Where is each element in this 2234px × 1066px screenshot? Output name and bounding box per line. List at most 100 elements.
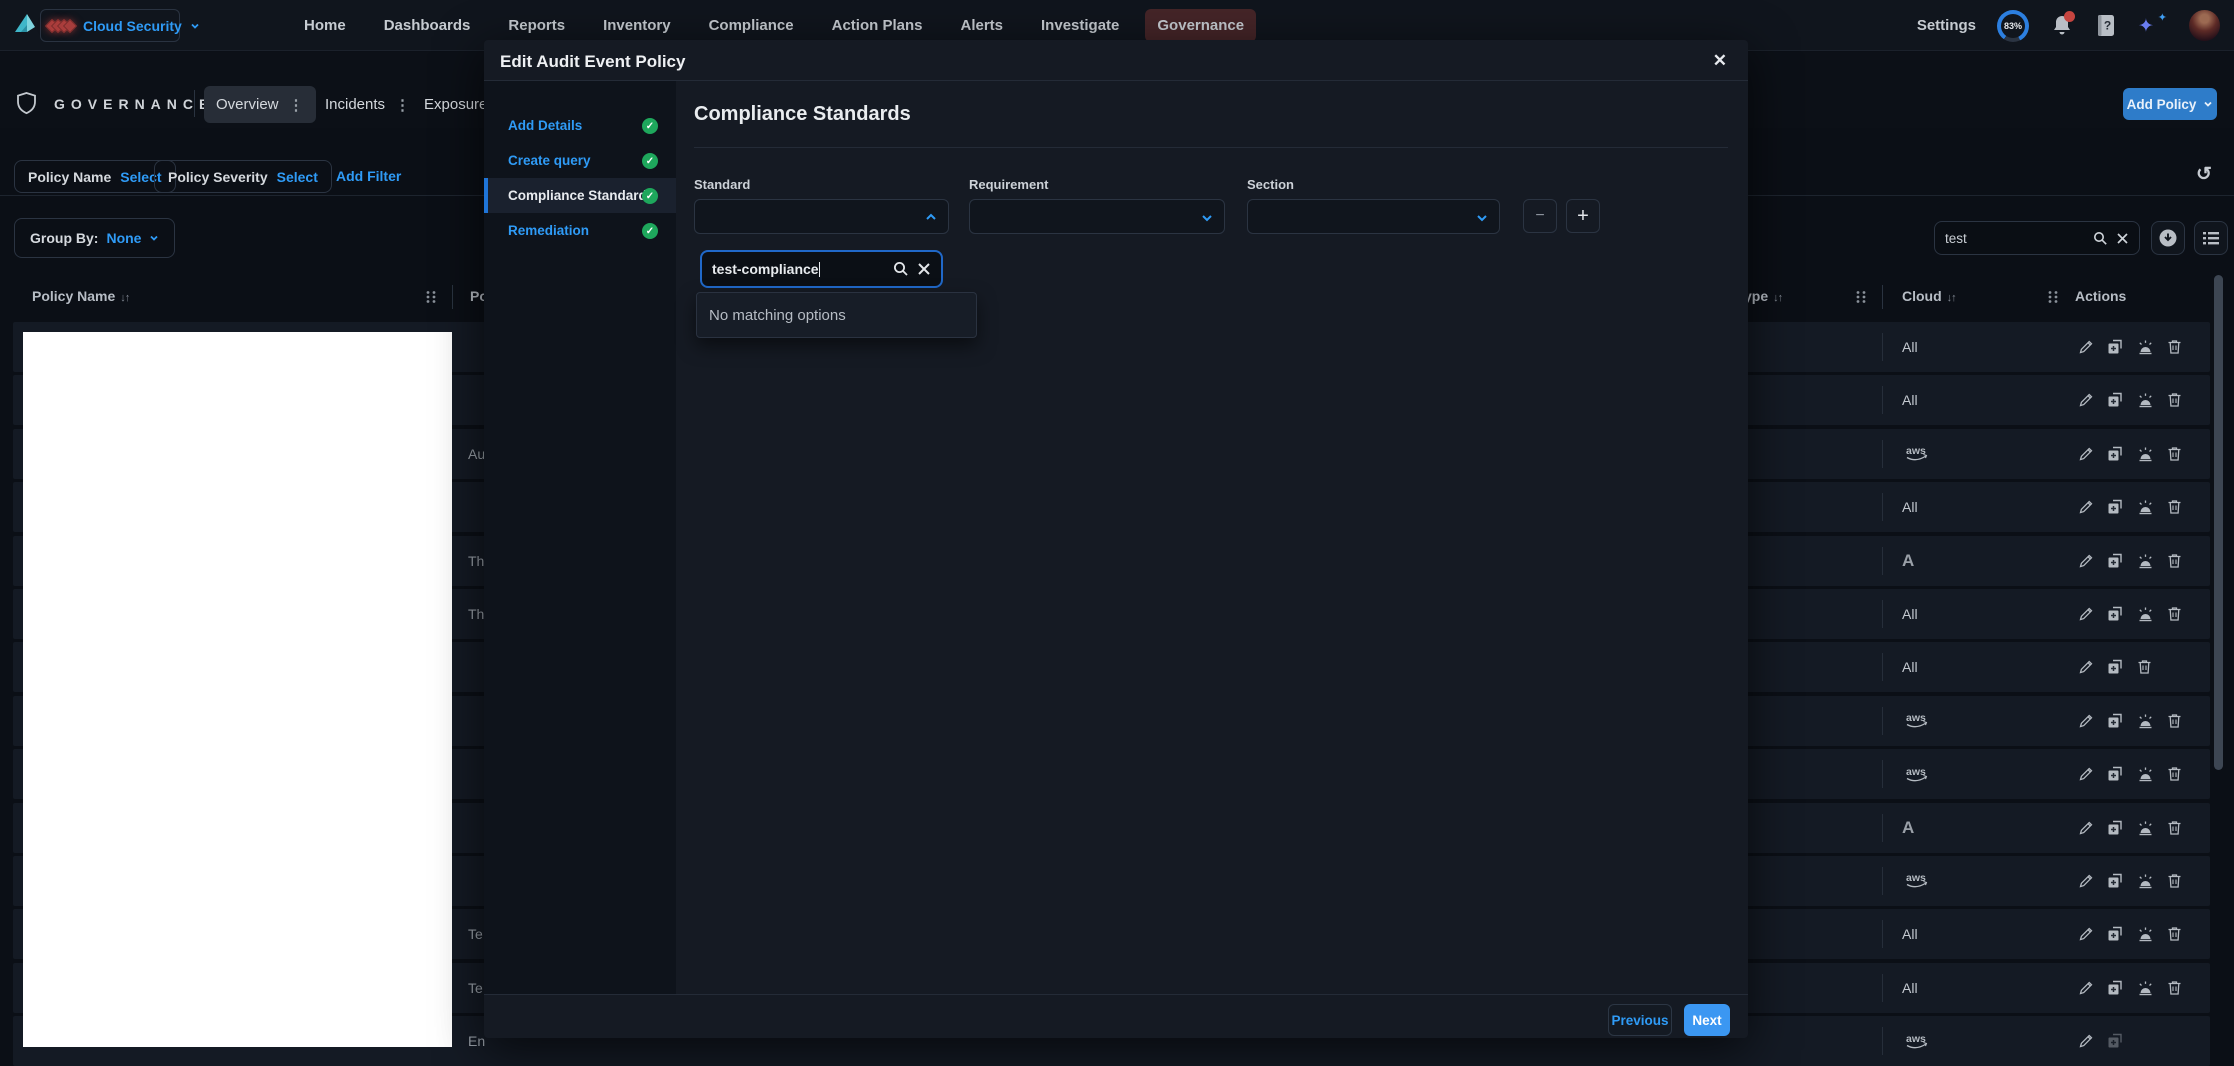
delete-icon[interactable] (2166, 925, 2183, 943)
clone-add-icon[interactable] (2106, 872, 2125, 890)
standard-select[interactable] (694, 199, 949, 234)
clone-add-icon[interactable] (2106, 552, 2125, 570)
brand-logo-icon[interactable] (12, 10, 38, 40)
add-filter-link[interactable]: Add Filter (336, 168, 401, 184)
clone-add-icon[interactable] (2106, 445, 2125, 463)
clone-add-icon[interactable] (2106, 765, 2125, 783)
alarm-icon[interactable] (2136, 925, 2155, 943)
close-icon[interactable] (1713, 51, 1727, 71)
tab-incidents[interactable]: Incidents (313, 86, 422, 123)
delete-icon[interactable] (2166, 765, 2183, 783)
sort-icon[interactable] (120, 292, 129, 304)
alarm-icon[interactable] (2136, 712, 2155, 730)
alarm-icon[interactable] (2136, 498, 2155, 516)
delete-icon[interactable] (2166, 391, 2183, 409)
tab-menu-icon[interactable] (395, 96, 410, 114)
delete-icon[interactable] (2136, 658, 2153, 676)
alarm-icon[interactable] (2136, 605, 2155, 623)
help-book-icon[interactable]: ? (2095, 13, 2117, 39)
clone-add-icon[interactable] (2106, 819, 2125, 837)
nav-item[interactable]: Compliance (697, 9, 806, 42)
filter-chip-policy-severity[interactable]: Policy Severity Select (154, 160, 332, 193)
product-selector[interactable]: Cloud Security (40, 9, 180, 42)
drag-handle-icon[interactable] (1855, 290, 1867, 304)
edit-icon[interactable] (2077, 872, 2095, 890)
customize-columns-button[interactable] (2194, 221, 2228, 255)
delete-icon[interactable] (2166, 338, 2183, 356)
nav-item[interactable]: Investigate (1029, 9, 1131, 42)
remove-standard-button[interactable] (1523, 199, 1557, 233)
clone-add-icon[interactable] (2106, 712, 2125, 730)
edit-icon[interactable] (2077, 819, 2095, 837)
clear-search-icon[interactable] (2116, 232, 2129, 245)
tab-menu-icon[interactable] (289, 96, 304, 114)
download-button[interactable] (2151, 221, 2185, 255)
edit-icon[interactable] (2077, 445, 2095, 463)
edit-icon[interactable] (2077, 658, 2095, 676)
nav-item[interactable]: Governance (1145, 9, 1256, 42)
edit-icon[interactable] (2077, 391, 2095, 409)
tab-overview[interactable]: Overview (204, 86, 316, 123)
clone-add-icon[interactable] (2106, 391, 2125, 409)
column-policy-name[interactable]: Policy Name (32, 288, 129, 304)
sort-icon[interactable] (1947, 292, 1956, 304)
drag-handle-icon[interactable] (425, 290, 437, 304)
add-policy-button[interactable]: Add Policy (2123, 88, 2217, 120)
column-cloud[interactable]: Cloud (1902, 288, 1956, 304)
requirement-select[interactable] (969, 199, 1225, 234)
edit-icon[interactable] (2077, 1032, 2095, 1050)
notifications-bell-icon[interactable] (2050, 13, 2074, 39)
delete-icon[interactable] (2166, 498, 2183, 516)
clone-add-icon[interactable] (2106, 979, 2125, 997)
vertical-scrollbar[interactable] (2214, 275, 2223, 770)
edit-icon[interactable] (2077, 498, 2095, 516)
nav-item[interactable]: Reports (496, 9, 577, 42)
alarm-icon[interactable] (2136, 552, 2155, 570)
wizard-step[interactable]: Create query (484, 143, 676, 178)
ai-sparkles-icon[interactable] (2138, 11, 2168, 41)
clone-add-icon[interactable] (2106, 605, 2125, 623)
filter-select-link[interactable]: Select (277, 169, 318, 185)
sort-icon[interactable] (1773, 292, 1782, 304)
alarm-icon[interactable] (2136, 819, 2155, 837)
delete-icon[interactable] (2166, 979, 2183, 997)
settings-link[interactable]: Settings (1917, 17, 1976, 34)
edit-icon[interactable] (2077, 765, 2095, 783)
standard-search-input[interactable]: test-compliance (700, 250, 943, 288)
nav-item[interactable]: Action Plans (820, 9, 935, 42)
clone-add-icon[interactable] (2106, 1032, 2125, 1050)
clear-search-icon[interactable] (917, 262, 931, 276)
add-standard-button[interactable] (1566, 199, 1600, 233)
delete-icon[interactable] (2166, 819, 2183, 837)
nav-item[interactable]: Dashboards (372, 9, 483, 42)
wizard-step[interactable]: Compliance Standards (484, 178, 676, 213)
alarm-icon[interactable] (2136, 338, 2155, 356)
edit-icon[interactable] (2077, 338, 2095, 356)
section-select[interactable] (1247, 199, 1500, 234)
clone-add-icon[interactable] (2106, 498, 2125, 516)
search-icon[interactable] (2093, 231, 2108, 246)
edit-icon[interactable] (2077, 712, 2095, 730)
edit-icon[interactable] (2077, 605, 2095, 623)
alarm-icon[interactable] (2136, 765, 2155, 783)
delete-icon[interactable] (2166, 445, 2183, 463)
table-search-input[interactable]: test (1934, 221, 2140, 255)
nav-item[interactable]: Alerts (948, 9, 1015, 42)
delete-icon[interactable] (2166, 712, 2183, 730)
alarm-icon[interactable] (2136, 979, 2155, 997)
delete-icon[interactable] (2166, 605, 2183, 623)
nav-item[interactable]: Inventory (591, 9, 683, 42)
column-partial-type[interactable]: ype (1744, 288, 1782, 304)
next-button[interactable]: Next (1684, 1004, 1730, 1036)
edit-icon[interactable] (2077, 552, 2095, 570)
alarm-icon[interactable] (2136, 872, 2155, 890)
alarm-icon[interactable] (2136, 445, 2155, 463)
edit-icon[interactable] (2077, 979, 2095, 997)
undo-icon[interactable] (2196, 163, 2212, 186)
nav-item[interactable]: Home (292, 9, 358, 42)
wizard-step[interactable]: Remediation (484, 213, 676, 248)
group-by-control[interactable]: Group By: None (14, 218, 175, 258)
clone-add-icon[interactable] (2106, 658, 2125, 676)
delete-icon[interactable] (2166, 552, 2183, 570)
previous-button[interactable]: Previous (1608, 1004, 1672, 1036)
